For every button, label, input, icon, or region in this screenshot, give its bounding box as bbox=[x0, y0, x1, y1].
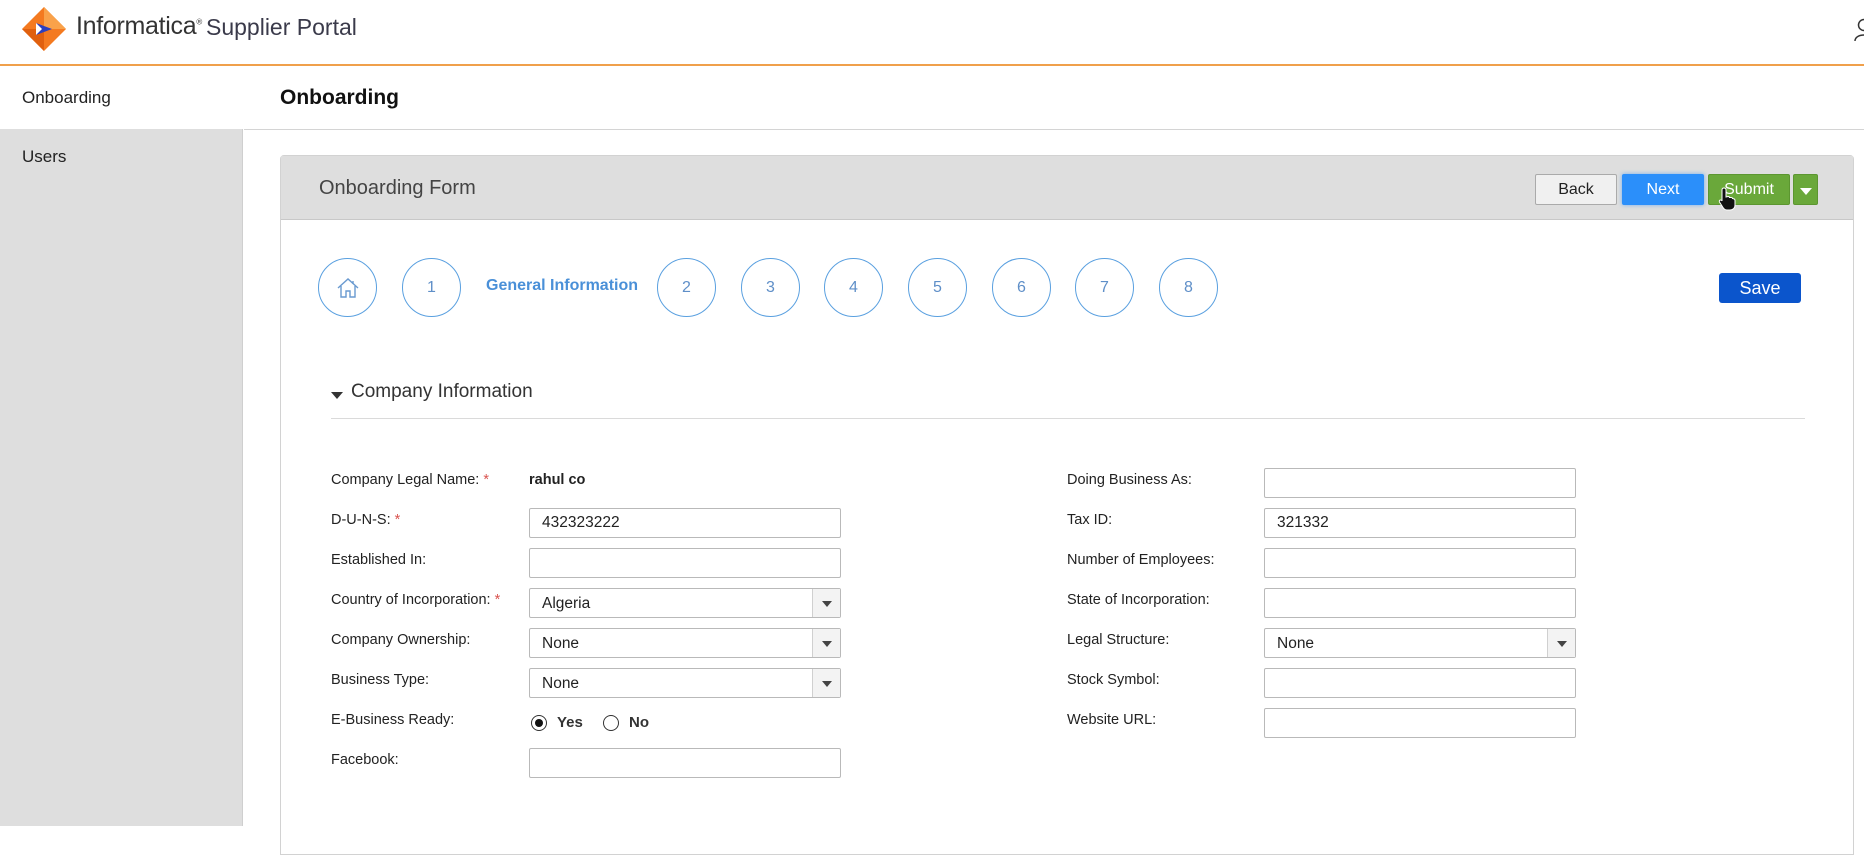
step-8[interactable]: 8 bbox=[1159, 258, 1218, 317]
chevron-down-icon bbox=[1800, 188, 1812, 195]
doing-business-as-label: Doing Business As: bbox=[1067, 472, 1192, 488]
app-header: Informatica® Supplier Portal bbox=[0, 0, 1864, 66]
e-business-yes-radio[interactable] bbox=[531, 715, 547, 731]
form-title: Onboarding Form bbox=[319, 177, 476, 200]
number-of-employees-input[interactable] bbox=[1264, 548, 1576, 578]
page-title-bar: Onboarding bbox=[244, 66, 1864, 130]
user-icon[interactable] bbox=[1854, 18, 1864, 42]
company-legal-name-label: Company Legal Name:* bbox=[331, 472, 489, 488]
portal-name: Supplier Portal bbox=[206, 14, 357, 41]
submit-options-dropdown[interactable] bbox=[1793, 174, 1818, 205]
caret-down-icon[interactable] bbox=[331, 392, 343, 399]
sidebar: Onboarding Users bbox=[0, 66, 243, 826]
tax-id-label: Tax ID: bbox=[1067, 512, 1112, 528]
section-title: Company Information bbox=[351, 381, 533, 403]
facebook-input[interactable] bbox=[529, 748, 841, 778]
chevron-down-icon bbox=[1557, 641, 1567, 647]
doing-business-as-input[interactable] bbox=[1264, 468, 1576, 498]
tax-id-input[interactable]: 321332 bbox=[1264, 508, 1576, 538]
legal-structure-select[interactable]: None bbox=[1264, 628, 1576, 658]
website-url-input[interactable] bbox=[1264, 708, 1576, 738]
step-1[interactable]: 1 bbox=[402, 258, 461, 317]
home-icon bbox=[336, 276, 360, 300]
chevron-down-icon bbox=[822, 641, 832, 647]
established-in-label: Established In: bbox=[331, 552, 426, 568]
step-3[interactable]: 3 bbox=[741, 258, 800, 317]
step-navigator: 1 General Information 2 3 4 5 6 7 8 bbox=[318, 258, 1218, 318]
state-of-incorporation-input[interactable] bbox=[1264, 588, 1576, 618]
e-business-no-label[interactable]: No bbox=[629, 714, 649, 731]
hand-cursor-icon bbox=[1718, 187, 1736, 211]
business-type-select[interactable]: None bbox=[529, 668, 841, 698]
stock-symbol-input[interactable] bbox=[1264, 668, 1576, 698]
brand-name: Informatica® bbox=[76, 12, 202, 41]
country-of-incorporation-label: Country of Incorporation:* bbox=[331, 592, 500, 608]
save-button[interactable]: Save bbox=[1719, 273, 1801, 303]
form-header: Onboarding Form Back Next Submit bbox=[281, 156, 1853, 220]
business-type-label: Business Type: bbox=[331, 672, 429, 688]
page-title: Onboarding bbox=[280, 86, 399, 110]
stock-symbol-label: Stock Symbol: bbox=[1067, 672, 1160, 688]
step-7[interactable]: 7 bbox=[1075, 258, 1134, 317]
step-4[interactable]: 4 bbox=[824, 258, 883, 317]
step-6[interactable]: 6 bbox=[992, 258, 1051, 317]
chevron-down-icon bbox=[822, 601, 832, 607]
duns-input[interactable]: 432323222 bbox=[529, 508, 841, 538]
step-home[interactable] bbox=[318, 258, 377, 317]
step-current-label: General Information bbox=[486, 277, 638, 295]
established-in-input[interactable] bbox=[529, 548, 841, 578]
website-url-label: Website URL: bbox=[1067, 712, 1156, 728]
sidebar-item-onboarding[interactable]: Onboarding bbox=[0, 66, 243, 129]
chevron-down-icon bbox=[822, 681, 832, 687]
duns-label: D-U-N-S:* bbox=[331, 512, 400, 528]
e-business-no-radio[interactable] bbox=[603, 715, 619, 731]
e-business-yes-label[interactable]: Yes bbox=[557, 714, 583, 731]
facebook-label: Facebook: bbox=[331, 752, 399, 768]
company-legal-name-value: rahul co bbox=[529, 472, 585, 488]
company-ownership-label: Company Ownership: bbox=[331, 632, 470, 648]
country-of-incorporation-select[interactable]: Algeria bbox=[529, 588, 841, 618]
company-information-section[interactable]: Company Information bbox=[331, 371, 1805, 419]
back-button[interactable]: Back bbox=[1535, 174, 1617, 205]
legal-structure-label: Legal Structure: bbox=[1067, 632, 1169, 648]
state-of-incorporation-label: State of Incorporation: bbox=[1067, 592, 1210, 608]
e-business-ready-label: E-Business Ready: bbox=[331, 712, 454, 728]
onboarding-form-card: Onboarding Form Back Next Submit 1 Gener… bbox=[280, 155, 1854, 855]
company-ownership-select[interactable]: None bbox=[529, 628, 841, 658]
number-of-employees-label: Number of Employees: bbox=[1067, 552, 1214, 568]
next-button[interactable]: Next bbox=[1622, 174, 1704, 205]
sidebar-item-users[interactable]: Users bbox=[0, 130, 243, 170]
step-5[interactable]: 5 bbox=[908, 258, 967, 317]
informatica-logo-icon bbox=[22, 7, 66, 51]
step-2[interactable]: 2 bbox=[657, 258, 716, 317]
